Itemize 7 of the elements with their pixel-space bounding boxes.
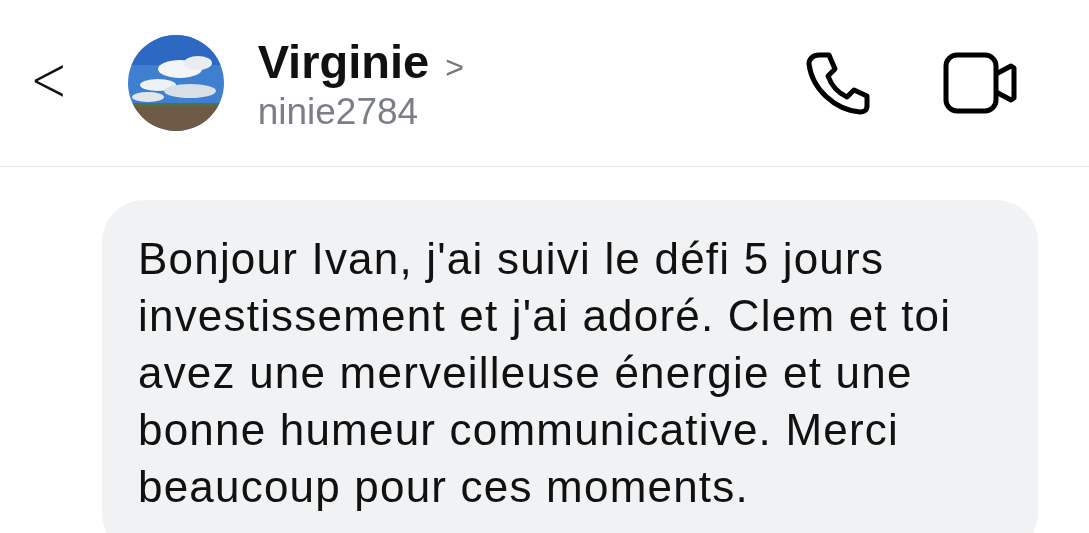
- message-text: Bonjour Ivan, j'ai suivi le défi 5 jours investissement et j'ai adoré. Clem et toi avez une merveilleuse énergie et une bonne humeur communicative. Merci beaucoup pour ces moments.: [138, 233, 953, 513]
- chevron-icon[interactable]: >: [445, 48, 464, 86]
- contact-name[interactable]: Virginie: [257, 33, 430, 89]
- username: ninie2784: [257, 90, 420, 133]
- back-button[interactable]: <: [24, 47, 74, 111]
- phone-icon[interactable]: [805, 51, 871, 115]
- video-camera-icon[interactable]: [943, 52, 1017, 114]
